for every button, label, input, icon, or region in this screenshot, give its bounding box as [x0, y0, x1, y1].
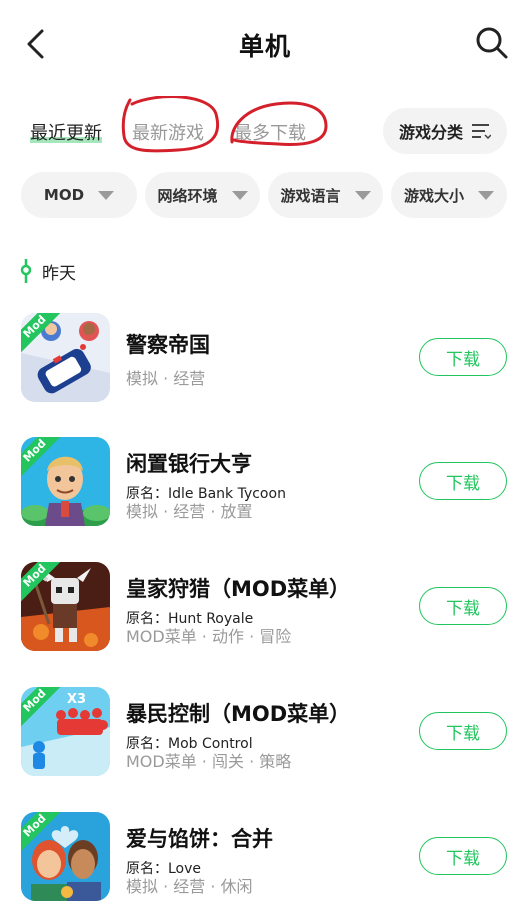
app-tags: MOD菜单 · 闯关 · 策略	[126, 752, 292, 771]
filter-label: 网络环境	[157, 186, 218, 205]
download-button[interactable]: 下载	[419, 587, 507, 625]
category-label: 游戏分类	[398, 123, 463, 142]
page-title: 单机	[238, 32, 291, 61]
app-icon[interactable]: Mod	[21, 313, 110, 402]
game-category-button[interactable]: 游戏分类	[383, 108, 507, 154]
filter-size[interactable]: 游戏大小	[391, 172, 507, 218]
list-item[interactable]: X3 Mod 暴民控制（MOD菜单） 原名：Mob Control MOD菜单 …	[0, 687, 530, 797]
list-item[interactable]: Mod 闲置银行大亨 原名：Idle Bank Tycoon 模拟 · 经营 ·…	[0, 437, 530, 547]
dropdown-triangle-icon	[354, 190, 371, 200]
app-icon[interactable]: Mod	[21, 812, 110, 901]
app-tags: 模拟 · 经营 · 放置	[126, 502, 253, 521]
download-button[interactable]: 下载	[419, 837, 507, 875]
svg-text:X3: X3	[67, 692, 86, 707]
top-bar: 单机	[0, 0, 530, 90]
sort-tab-label: 最新游戏	[132, 123, 204, 144]
sort-tab-recent-update[interactable]: 最近更新	[30, 119, 102, 145]
sort-tab-label: 最近更新	[30, 123, 102, 144]
app-title: 警察帝国	[126, 333, 210, 357]
list-item[interactable]: Mod 爱与馅饼：合并 原名：Love 模拟 · 经营 · 休闲 下载	[0, 812, 530, 922]
filter-row: MOD 网络环境 游戏语言 游戏大小	[0, 172, 530, 220]
search-icon	[476, 27, 508, 59]
dropdown-triangle-icon	[478, 190, 494, 200]
download-button[interactable]: 下载	[419, 712, 507, 750]
app-tags: 模拟 · 经营 · 休闲	[126, 877, 253, 896]
section-label: 昨天	[42, 263, 76, 284]
app-title: 爱与馅饼：合并	[126, 827, 273, 851]
section-header: 昨天	[20, 259, 76, 284]
app-tags: 模拟 · 经营	[126, 369, 206, 388]
app-icon[interactable]: Mod	[21, 562, 110, 651]
filter-label: MOD	[43, 186, 85, 204]
app-tags: MOD菜单 · 动作 · 冒险	[126, 627, 292, 646]
download-button[interactable]: 下载	[419, 338, 507, 376]
filter-language[interactable]: 游戏语言	[268, 172, 383, 218]
filter-label: 游戏语言	[280, 186, 341, 205]
app-icon[interactable]: X3 Mod	[21, 687, 110, 776]
filter-label: 游戏大小	[403, 186, 464, 205]
filter-mod[interactable]: MOD	[21, 172, 137, 218]
app-title: 皇家狩猎（MOD菜单）	[126, 577, 351, 601]
dropdown-triangle-icon	[231, 190, 248, 200]
list-item[interactable]: Mod 警察帝国 模拟 · 经营 下载	[0, 313, 530, 423]
app-icon[interactable]: Mod	[21, 437, 110, 526]
app-title: 闲置银行大亨	[126, 452, 252, 476]
sort-tab-label: 最多下载	[234, 123, 306, 144]
download-button[interactable]: 下载	[419, 462, 507, 500]
list-item[interactable]: Mod 皇家狩猎（MOD菜单） 原名：Hunt Royale MOD菜单 · 动…	[0, 562, 530, 672]
sort-tab-most-downloads[interactable]: 最多下载	[234, 119, 306, 145]
filter-lines-icon	[472, 124, 491, 139]
app-title: 暴民控制（MOD菜单）	[126, 702, 351, 726]
search-button[interactable]	[474, 25, 510, 61]
sort-bar: 最近更新 最新游戏 最多下载 游戏分类	[0, 96, 530, 160]
filter-network[interactable]: 网络环境	[145, 172, 260, 218]
timeline-dot-icon	[20, 259, 32, 283]
sort-tab-newest-games[interactable]: 最新游戏	[132, 119, 204, 145]
dropdown-triangle-icon	[98, 190, 115, 200]
